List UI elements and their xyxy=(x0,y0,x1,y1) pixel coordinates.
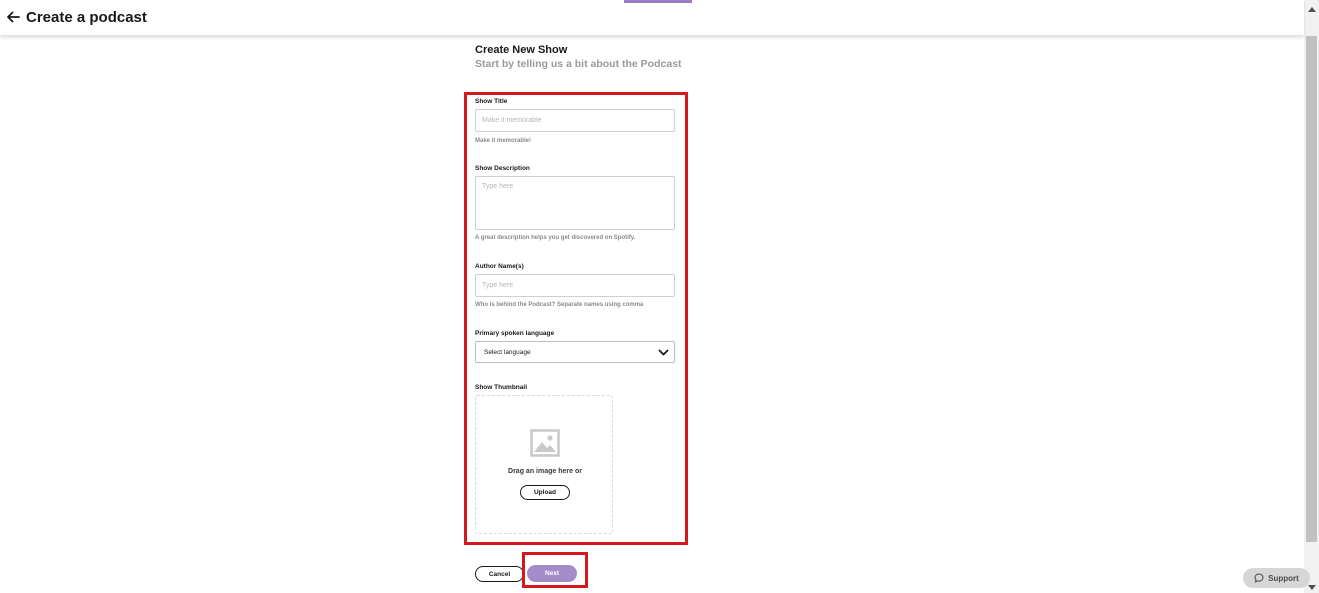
chevron-down-icon xyxy=(658,349,669,356)
thumbnail-dropzone[interactable]: Drag an image here or Upload xyxy=(475,395,613,534)
drag-image-text: Drag an image here or xyxy=(508,468,582,475)
support-label: Support xyxy=(1268,573,1299,583)
page-title: Create a podcast xyxy=(26,9,147,26)
show-title-label: Show Title xyxy=(475,98,508,105)
chat-bubble-icon xyxy=(1254,573,1264,583)
image-placeholder-icon xyxy=(530,429,560,457)
language-label: Primary spoken language xyxy=(475,330,555,337)
scrollbar-thumb[interactable] xyxy=(1306,36,1317,542)
show-description-input[interactable] xyxy=(475,176,675,230)
page-scrollbar[interactable] xyxy=(1304,0,1319,593)
scroll-up-icon[interactable] xyxy=(1308,7,1316,12)
author-names-label: Author Name(s) xyxy=(475,263,524,270)
top-header: Create a podcast xyxy=(0,0,1304,36)
author-names-input[interactable] xyxy=(475,274,675,297)
support-button[interactable]: Support xyxy=(1243,568,1310,588)
arrow-left-icon[interactable] xyxy=(5,9,21,25)
progress-indicator xyxy=(624,0,692,3)
show-thumbnail-label: Show Thumbnail xyxy=(475,384,527,391)
cancel-button[interactable]: Cancel xyxy=(475,566,524,582)
form-subheading: Start by telling us a bit about the Podc… xyxy=(475,58,682,70)
show-title-input[interactable] xyxy=(475,109,675,132)
language-selected-value: Select language xyxy=(484,348,531,356)
language-select[interactable]: Select language xyxy=(475,341,675,363)
show-description-label: Show Description xyxy=(475,165,530,172)
next-button[interactable]: Next xyxy=(527,565,577,582)
scroll-down-icon[interactable] xyxy=(1308,585,1316,590)
author-names-hint: Who is behind the Podcast? Separate name… xyxy=(475,302,644,308)
upload-button[interactable]: Upload xyxy=(520,485,570,500)
show-description-hint: A great description helps you get discov… xyxy=(475,235,636,241)
form-heading: Create New Show xyxy=(475,44,568,56)
create-show-form: Create New Show Start by telling us a bi… xyxy=(475,0,715,593)
show-title-hint: Make it memorable! xyxy=(475,138,532,144)
